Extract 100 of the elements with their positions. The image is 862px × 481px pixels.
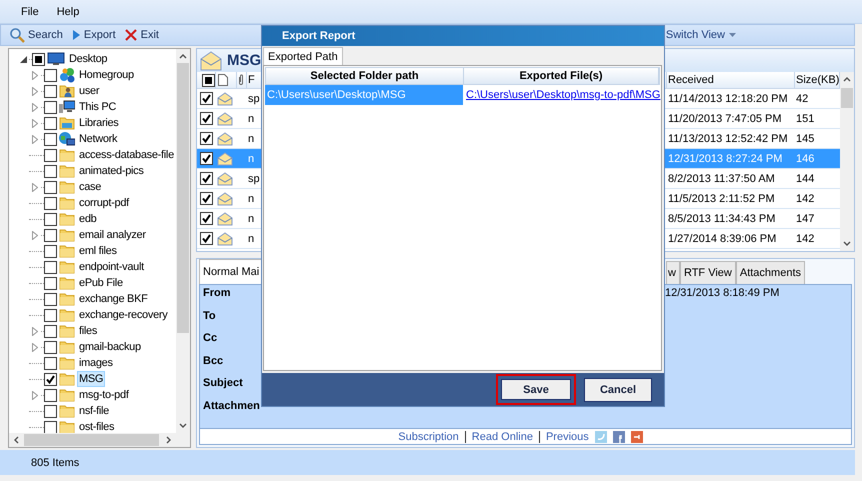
link[interactable]: Subscription — [398, 430, 459, 442]
tree-item[interactable]: corrupt-pdf — [77, 195, 131, 211]
tree-item[interactable]: exchange-recovery — [77, 307, 170, 323]
tree-item[interactable]: exchange BKF — [77, 291, 150, 307]
tree-item[interactable]: files — [77, 323, 100, 339]
check-icon — [202, 94, 211, 103]
tree-item[interactable]: ost-files — [77, 419, 116, 433]
tree-item[interactable]: user — [77, 83, 102, 99]
checkbox[interactable] — [200, 112, 213, 125]
scroll-thumb[interactable] — [841, 88, 853, 108]
link[interactable]: Previous — [546, 430, 589, 442]
check-icon — [202, 194, 211, 203]
checkbox[interactable] — [44, 292, 57, 306]
caret-icon — [729, 33, 736, 37]
checkbox[interactable] — [200, 92, 213, 105]
field-label: Attachmen — [203, 400, 260, 412]
export-button[interactable]: Export — [70, 28, 116, 42]
tree-item[interactable]: access-database-file — [77, 147, 176, 163]
checkbox[interactable] — [200, 132, 213, 145]
tab[interactable]: Normal Mai — [199, 259, 264, 284]
tree-item[interactable]: email analyzer — [77, 227, 148, 243]
column-header[interactable]: F — [248, 74, 255, 86]
checkbox[interactable] — [44, 116, 57, 130]
checkbox[interactable] — [44, 212, 57, 226]
checkbox[interactable] — [44, 372, 57, 386]
checkbox[interactable] — [200, 172, 213, 185]
field-label: Subject — [203, 377, 243, 389]
tab[interactable]: Exported Path — [263, 47, 343, 65]
tree-item[interactable]: eml files — [77, 243, 119, 259]
checkbox[interactable] — [44, 84, 57, 98]
scrollbar[interactable] — [840, 72, 854, 251]
check-icon — [202, 214, 211, 223]
folder-icon — [59, 307, 75, 323]
tab[interactable]: Attachments — [736, 261, 805, 284]
checkbox[interactable] — [200, 192, 213, 205]
scrollbar[interactable] — [176, 49, 190, 433]
checkbox[interactable] — [44, 228, 57, 242]
folder-icon — [59, 355, 75, 371]
scrollbar[interactable] — [9, 433, 190, 447]
checkbox[interactable] — [44, 164, 57, 178]
file-link[interactable]: C:\Users\user\Desktop\msg-to-pdf\MSG — [466, 89, 660, 101]
computer-icon — [59, 99, 75, 115]
menu-item[interactable]: Help — [48, 6, 88, 18]
tab[interactable]: w — [666, 261, 680, 284]
checkbox[interactable] — [44, 100, 57, 114]
table-cell: 11/20/2013 7:47:05 PM — [668, 112, 782, 124]
checkbox[interactable] — [200, 152, 213, 165]
tree-item[interactable]: gmail-backup — [77, 339, 143, 355]
tree-item[interactable]: nsf-file — [77, 403, 111, 419]
scroll-thumb[interactable] — [24, 434, 159, 446]
search-button[interactable]: Search — [9, 27, 63, 43]
checkbox[interactable] — [44, 276, 57, 290]
tree-item[interactable]: animated-pics — [77, 163, 146, 179]
checkbox[interactable] — [200, 212, 213, 225]
checkbox[interactable] — [44, 404, 57, 418]
dialog-button[interactable]: Save — [496, 374, 576, 405]
link[interactable]: Read Online — [472, 430, 533, 442]
table-cell: n — [248, 132, 254, 144]
folder-icon — [59, 179, 75, 195]
checkbox[interactable] — [44, 132, 57, 146]
tree-item[interactable]: endpoint-vault — [77, 259, 146, 275]
folder-title: MSG — [227, 52, 262, 69]
scroll-thumb[interactable] — [177, 63, 189, 333]
exit-button[interactable]: Exit — [124, 28, 159, 42]
tree-item[interactable]: msg-to-pdf — [77, 387, 131, 403]
checkbox[interactable] — [44, 388, 57, 402]
checkbox[interactable] — [44, 180, 57, 194]
dialog-button[interactable]: Cancel — [584, 378, 652, 402]
tree-item[interactable]: Homegroup — [77, 67, 136, 83]
column-header[interactable]: Received — [668, 74, 714, 86]
switch-view-button[interactable]: Switch View — [666, 29, 736, 41]
tree-item[interactable]: Libraries — [77, 115, 120, 131]
tree-item[interactable]: Desktop — [67, 51, 110, 67]
checkbox[interactable] — [44, 340, 57, 354]
tree-item[interactable]: images — [77, 355, 115, 371]
tree-item[interactable]: ePub File — [77, 275, 125, 291]
tree-item[interactable]: Network — [77, 131, 120, 147]
tree-item[interactable]: MSG — [77, 371, 106, 387]
tree-item[interactable]: This PC — [77, 99, 118, 115]
checkbox[interactable] — [44, 196, 57, 210]
tree-item[interactable]: case — [77, 179, 104, 195]
checkbox[interactable] — [44, 324, 57, 338]
checkbox[interactable] — [44, 148, 57, 162]
checkbox[interactable] — [200, 232, 213, 245]
checkbox[interactable] — [44, 68, 57, 82]
menu-item[interactable]: File — [12, 6, 48, 18]
tree-item[interactable]: edb — [77, 211, 98, 227]
table-cell: 12/31/2013 8:27:24 PM — [668, 152, 782, 164]
checkbox[interactable] — [44, 420, 57, 433]
checkbox[interactable] — [44, 260, 57, 274]
select-all-checkbox[interactable] — [202, 74, 215, 86]
checkbox[interactable] — [44, 356, 57, 370]
tab[interactable]: RTF View — [680, 261, 736, 284]
column-header: Selected Folder path — [266, 68, 464, 84]
checkbox[interactable] — [32, 52, 45, 66]
folder-icon — [59, 195, 75, 211]
checkbox[interactable] — [44, 244, 57, 258]
envelope-icon — [216, 112, 234, 126]
column-header[interactable]: Size(KB) — [796, 74, 840, 86]
checkbox[interactable] — [44, 308, 57, 322]
